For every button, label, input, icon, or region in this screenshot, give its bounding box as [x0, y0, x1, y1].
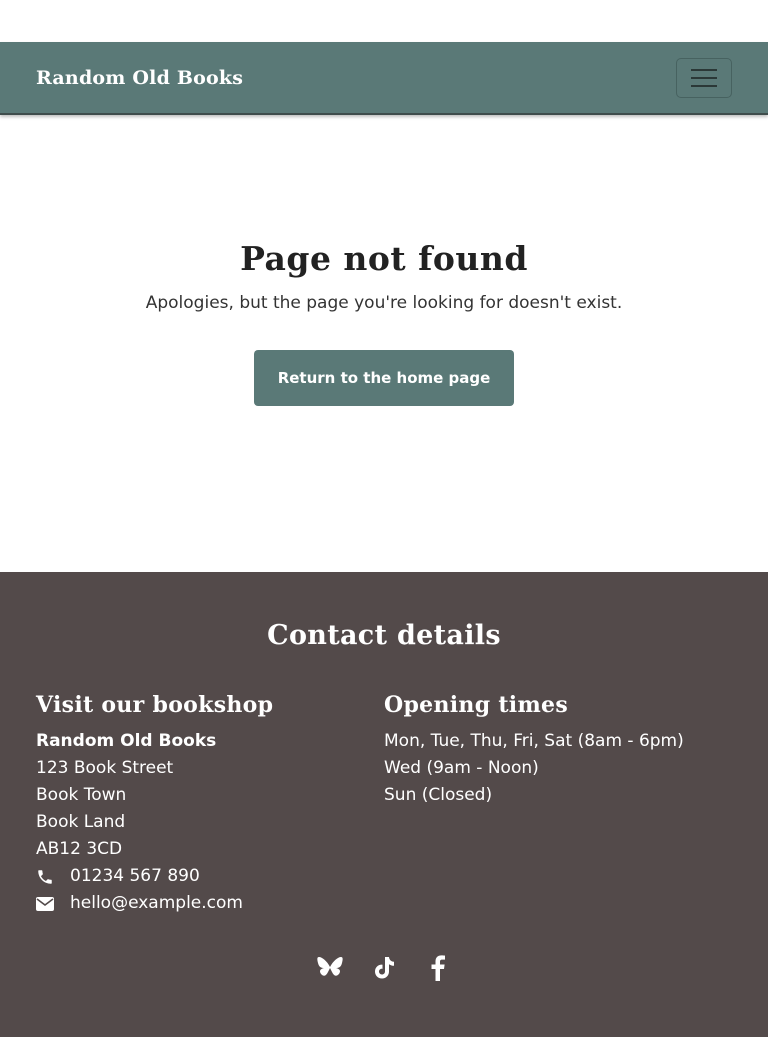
- shop-name: Random Old Books: [36, 731, 217, 751]
- facebook-icon[interactable]: [425, 955, 451, 981]
- hamburger-menu-icon-bar: [691, 84, 717, 87]
- opening-heading: Opening times: [384, 692, 569, 718]
- page-title: Page not found: [240, 239, 528, 278]
- email-address[interactable]: hello@example.com: [70, 890, 243, 917]
- hamburger-menu-icon: [691, 68, 717, 71]
- opening-line: Mon, Tue, Thu, Fri, Sat (8am - 6pm): [384, 731, 684, 751]
- bluesky-icon[interactable]: [317, 955, 343, 981]
- address-line: Book Town: [36, 785, 127, 805]
- not-found-section: Page not found Apologies, but the page y…: [0, 115, 768, 572]
- address-line: AB12 3CD: [36, 839, 123, 859]
- opening-line: Wed (9am - Noon): [384, 758, 539, 778]
- top-spacer: [0, 0, 768, 42]
- address-line: Book Land: [36, 812, 126, 832]
- return-home-button[interactable]: Return to the home page: [254, 350, 514, 406]
- address-line: 123 Book Street: [36, 758, 174, 778]
- phone-icon: [36, 868, 70, 886]
- navbar: Random Old Books: [0, 42, 768, 115]
- contact-heading: Contact details: [267, 620, 501, 651]
- visit-column: Visit our bookshop Random Old Books 123 …: [36, 692, 384, 917]
- error-message: Apologies, but the page you're looking f…: [145, 293, 623, 313]
- opening-column: Opening times Mon, Tue, Thu, Fri, Sat (8…: [384, 692, 732, 917]
- hamburger-menu-icon-bar: [691, 76, 717, 79]
- contact-columns: Visit our bookshop Random Old Books 123 …: [36, 692, 732, 917]
- menu-toggle-button[interactable]: [676, 57, 732, 98]
- envelope-icon: [36, 896, 70, 911]
- social-links: [36, 955, 732, 981]
- tiktok-icon[interactable]: [371, 955, 397, 981]
- phone-line[interactable]: 01234 567 890: [36, 863, 384, 890]
- phone-number[interactable]: 01234 567 890: [70, 863, 200, 890]
- opening-line: Sun (Closed): [384, 785, 493, 805]
- footer: Contact details Visit our bookshop Rando…: [0, 572, 768, 1037]
- brand-link[interactable]: Random Old Books: [36, 67, 243, 89]
- visit-heading: Visit our bookshop: [36, 692, 274, 718]
- email-line[interactable]: hello@example.com: [36, 890, 384, 917]
